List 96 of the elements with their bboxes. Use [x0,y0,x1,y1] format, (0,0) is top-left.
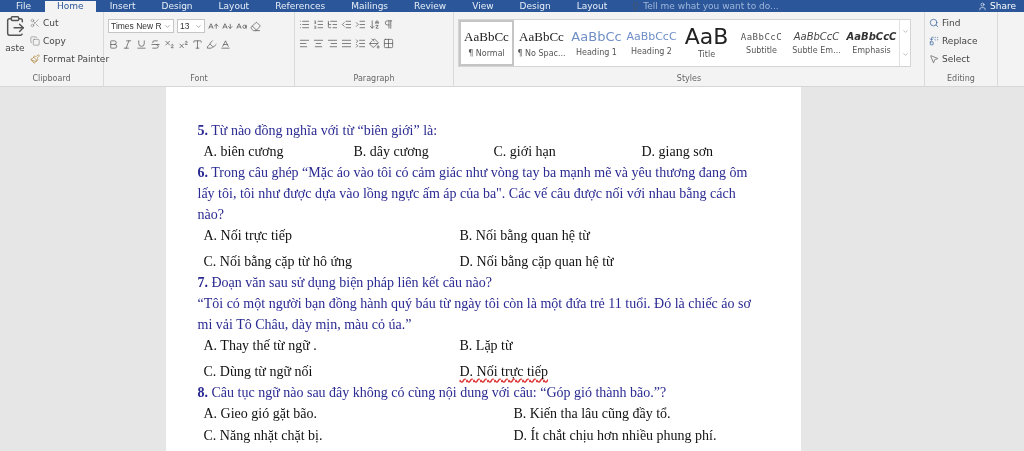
style-option[interactable]: AaB Title [679,20,734,66]
answer-option: A. Gieo gió gặt bão. [203,403,514,424]
justify-icon[interactable] [341,38,352,49]
style-option[interactable]: AaBbCcC Emphasis [844,20,899,66]
pointer-icon [929,53,939,64]
search-icon [929,17,939,28]
replace-icon [929,35,939,46]
answer-option: B. dây cương [353,141,494,162]
answer-option: C. Nối bằng cặp từ hô ứng [203,251,460,272]
caret-icon [195,22,202,30]
answer-option: D. Nối bằng cặp quan hệ từ [459,251,761,272]
style-option[interactable]: AaBbCc Heading 1 [569,20,624,66]
shading-icon[interactable] [369,38,380,49]
grow-font-icon[interactable] [208,20,219,32]
question-text: 7. Đoạn văn sau sử dụng biện pháp liên kết câu nào? [197,274,493,292]
answer-option: B. Lặp từ [459,335,761,356]
italic-icon[interactable] [122,39,133,50]
superscript-icon[interactable] [178,39,189,50]
group-label: Editing [946,74,976,85]
ribbon-tab[interactable]: References [263,1,338,12]
scissors-icon [30,17,40,28]
question-text: 8. Câu tục ngữ nào sau đây không có cùng nội dung với câu: “Góp gió thành bão.”? [197,384,668,402]
ribbon-tab[interactable]: Design [149,1,205,12]
group-label: Paragraph [352,74,396,85]
paintbrush-icon [30,53,40,64]
lightbulb-icon [631,2,641,11]
group-label: Clipboard [31,74,72,85]
ribbon-tab[interactable]: Insert [97,1,148,12]
highlighter-icon[interactable] [206,39,217,50]
person-icon [978,2,987,11]
tell-me-field[interactable]: Tell me what you want to do... [631,1,976,12]
style-option[interactable]: AaBbCcC Subtitle [734,20,789,66]
find-button[interactable]: Find [929,15,978,30]
subscript-icon[interactable] [164,39,175,50]
borders-icon[interactable] [383,38,394,49]
answer-option: D. Nối trực tiếp [459,361,761,382]
style-option[interactable]: AaBbCc ¶ Normal [459,20,514,66]
strikethrough-icon[interactable] [150,39,161,50]
caret-icon [901,51,909,58]
answer-option: A. Thay thế từ ngữ . [203,335,460,356]
ribbon-tab[interactable]: Design [507,1,563,12]
align-center-icon[interactable] [313,38,324,49]
paste-button[interactable]: aste [5,40,25,55]
cut-button[interactable]: Cut [30,15,110,30]
answer-option: D. Ít chắt chịu hơn nhiều phung phí. [513,425,761,446]
font-size-field[interactable]: 13 [177,19,205,33]
ribbon-tab[interactable]: Mailings [339,1,401,12]
caret-icon [164,22,171,30]
font-name-field[interactable]: Times New R [108,19,174,33]
line-spacing-icon[interactable] [355,38,366,49]
style-option[interactable]: AaBbCc ¶ No Spac... [514,20,569,66]
bullets-icon[interactable] [299,19,310,30]
question-text: 5. Từ nào đồng nghĩa với từ “biên giới” là: [197,122,439,140]
numbering-icon[interactable] [313,19,324,30]
answer-option: A. biên cương [203,141,354,162]
ribbon-tab[interactable]: Home [45,1,96,12]
caret-icon [901,28,909,35]
align-right-icon[interactable] [327,38,338,49]
eraser-icon[interactable] [250,20,261,32]
ribbon-tab[interactable]: File [4,1,44,12]
copy-button[interactable]: Copy [30,33,110,48]
increase-indent-icon[interactable] [355,19,366,30]
answer-option: C. giới hạn [493,141,642,162]
text-effects-icon[interactable] [192,39,203,50]
copy-icon [30,35,40,46]
answer-option: A. Nối trực tiếp [203,225,460,246]
paste-icon[interactable] [4,15,26,37]
ribbon-tab[interactable]: Layout [564,1,620,12]
select-button[interactable]: Select [929,51,978,66]
ribbon-tab[interactable]: View [460,1,506,12]
style-option[interactable]: AaBbCcC Subtle Em... [789,20,844,66]
style-option[interactable]: AaBbCcC Heading 2 [624,20,679,66]
question-text: 6. Trong câu ghép “Mặc áo vào tôi có cảm giác như vòng tay ba mạnh mẽ và yêu thương đang ôm lấy tôi, tôi như được dựa vào lồng ngực ấm áp của ba". Các vế câu được nối với nhau bằng cách nào? [197,164,749,224]
shrink-font-icon[interactable] [222,20,233,32]
replace-button[interactable]: Replace [929,33,978,48]
change-case-icon[interactable] [236,20,247,32]
group-label: Font [189,74,209,85]
answer-option: C. Năng nhặt chặt bị. [203,425,514,446]
underline-icon[interactable] [136,39,147,50]
answer-option: D. giang sơn [641,141,761,162]
decrease-indent-icon[interactable] [341,19,352,30]
answer-option: B. Kiến tha lâu cũng đầy tổ. [513,403,761,424]
group-label: Styles [675,74,703,85]
passage-text: “Tôi có một người bạn đồng hành quý báu từ ngày tôi còn là một đứa trẻ 11 tuổi. Đó là chiếc áo sơ mi vải Tô Châu, dày mịn, màu cỏ úa.” [197,295,752,334]
pilcrow-icon[interactable] [383,19,394,30]
sort-icon[interactable] [369,19,380,30]
share-button[interactable]: Share [978,1,1024,12]
align-left-icon[interactable] [299,38,310,49]
answer-option: C. Dùng từ ngữ nối [203,361,460,382]
answer-option: B. Nối bằng quan hệ từ [459,225,761,246]
font-color-icon[interactable] [220,39,231,50]
ribbon-tab[interactable]: Layout [206,1,262,12]
format-painter-button[interactable]: Format Painter [30,51,110,66]
bold-icon[interactable] [108,39,119,50]
multilevel-list-icon[interactable] [327,19,338,30]
ribbon-tab[interactable]: Review [402,1,459,12]
